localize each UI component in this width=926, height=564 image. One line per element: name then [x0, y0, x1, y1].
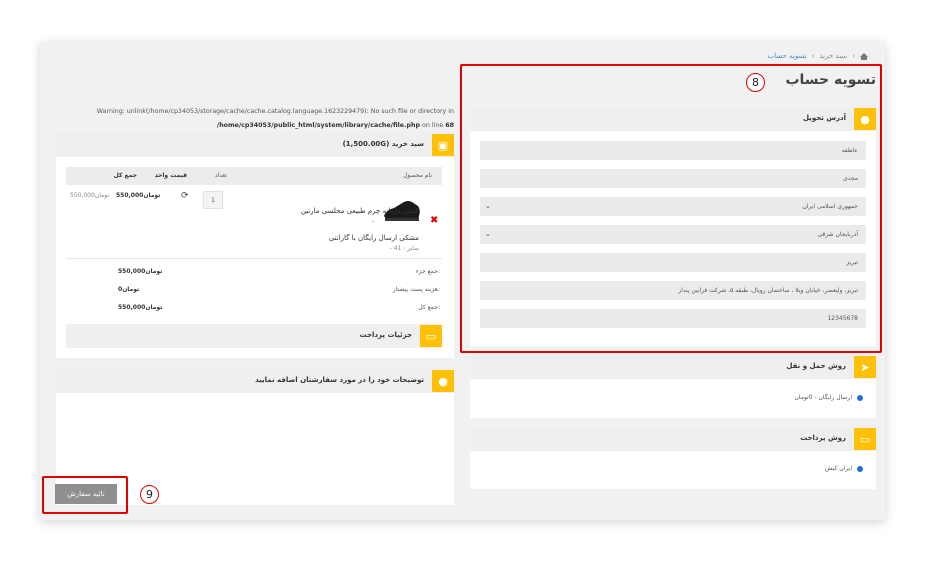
payment-option-label: ایران کیش — [825, 465, 852, 472]
cart-table-header: نام محصول تعداد قیمت واحد جمع کل — [66, 167, 442, 185]
product-name[interactable]: کفش مردانه چرم طبیعی مجلسی مارتین — [301, 207, 419, 215]
item-total: 550,000تومان — [70, 192, 110, 199]
shipping-radio[interactable] — [857, 395, 863, 401]
warning-line-1: Warning: unlink(/home/cp34053/storage/ca… — [96, 108, 454, 115]
grand-total-label: جمع کل: — [418, 304, 440, 311]
breadcrumb: › سبد خرید › تسویه حساب — [768, 52, 868, 60]
cart-icon: ▣ — [432, 134, 454, 156]
comments-header: ● توضیحات خود را در مورد سفارشتان اضافه … — [56, 369, 454, 393]
highlight-box-9 — [42, 476, 128, 514]
divider — [66, 258, 442, 259]
payment-method-header: ▭ روش پرداخت — [470, 427, 876, 451]
cart-title: سبد خرید (1,500.00G) — [342, 140, 424, 148]
grand-total-value: 550,000تومان — [118, 304, 163, 311]
send-icon: ➤ — [854, 356, 876, 378]
unit-price: 550,000تومان — [116, 192, 161, 199]
cart-header: ▣ سبد خرید (1,500.00G) — [56, 133, 454, 157]
warning-line-2: /home/cp34053/public_html/system/library… — [216, 122, 454, 129]
quantity-input[interactable]: 1 — [203, 191, 223, 209]
shipping-cost-value: 0تومان — [118, 286, 140, 293]
product-name-cont: مشکی ارسال رایگان با گارانتی — [328, 234, 419, 242]
product-name-dash: - — [371, 218, 374, 225]
shipping-option-label: ارسال رایگان - 0تومان — [794, 394, 853, 401]
cart-panel: ▣ سبد خرید (1,500.00G) نام محصول تعداد ق… — [56, 133, 454, 358]
payment-method-title: روش پرداخت — [800, 434, 846, 442]
breadcrumb-cart[interactable]: سبد خرید — [819, 52, 847, 60]
payment-details-title: جزئیات پرداخت — [359, 331, 412, 339]
subtotal-label: جمع جزء: — [415, 268, 440, 275]
shipping-method-header: ➤ روش حمل و نقل — [470, 355, 876, 379]
refresh-icon[interactable]: ⟳ — [181, 191, 189, 201]
comment-icon: ● — [432, 370, 454, 392]
card-icon: ▭ — [854, 428, 876, 450]
payment-method-panel: ▭ روش پرداخت ایران کیش — [470, 427, 876, 489]
annotation-badge-9: 9 — [140, 485, 159, 504]
home-icon[interactable] — [860, 52, 868, 60]
highlight-box-8 — [460, 64, 882, 353]
subtotal-value: 550,000تومان — [118, 268, 163, 275]
comments-textarea[interactable] — [56, 393, 454, 473]
shipping-method-panel: ➤ روش حمل و نقل ارسال رایگان - 0تومان — [470, 355, 876, 418]
card-icon: ▭ — [420, 325, 442, 347]
remove-icon[interactable]: ✖ — [430, 215, 438, 226]
annotation-badge-8: 8 — [746, 73, 765, 92]
comments-title: توضیحات خود را در مورد سفارشتان اضافه نم… — [255, 376, 424, 384]
breadcrumb-checkout[interactable]: تسویه حساب — [768, 52, 807, 60]
payment-radio[interactable] — [857, 466, 863, 472]
shipping-method-title: روش حمل و نقل — [786, 362, 846, 370]
shipping-cost-label: هزینه پست پیشتاز: — [392, 286, 440, 293]
product-option: - سایز : 41 — [389, 245, 419, 252]
payment-details-bar[interactable]: ▭ جزئیات پرداخت — [66, 324, 442, 348]
